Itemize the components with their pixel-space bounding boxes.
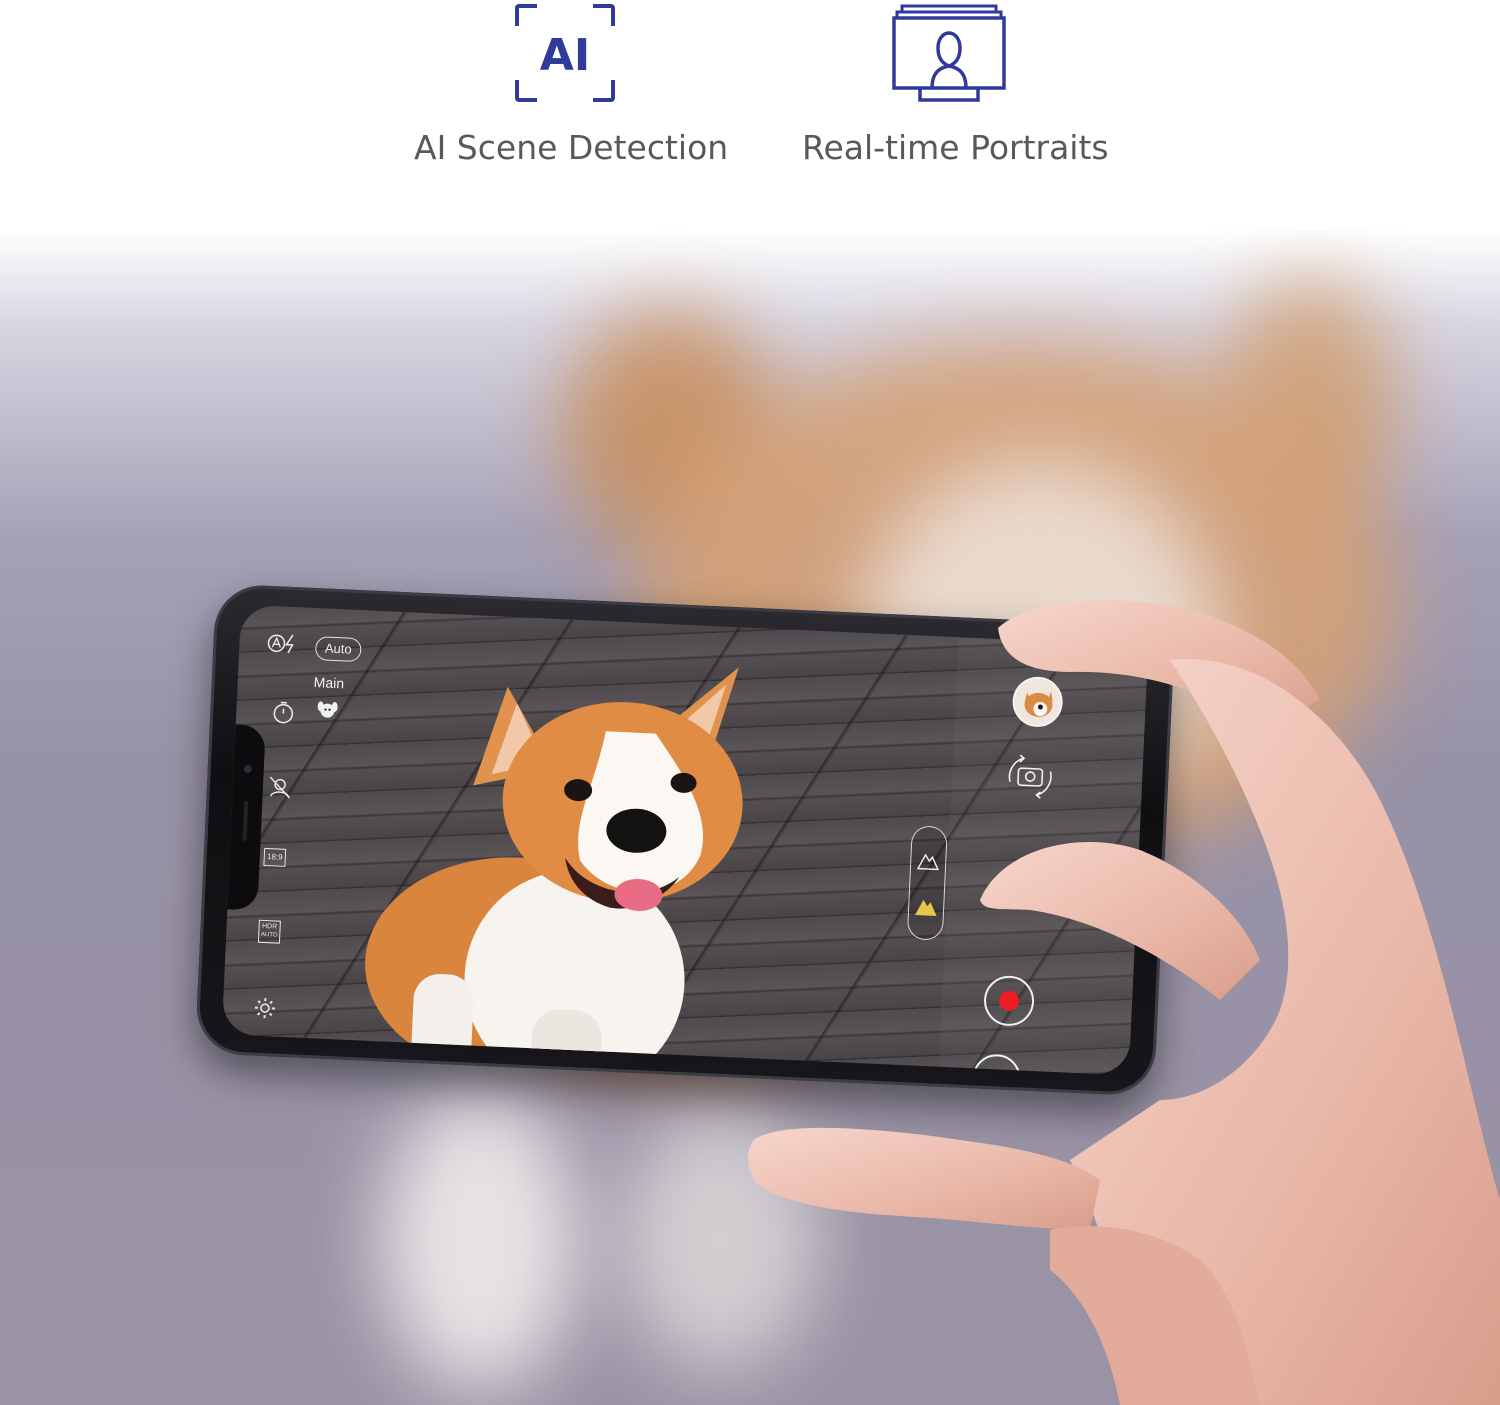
feature-strip: AI AI Scene Detection Real-time Portrait… — [0, 0, 1500, 230]
portrait-stack-icon — [892, 4, 1006, 109]
beautify-off-icon[interactable] — [266, 774, 293, 806]
earpiece — [242, 800, 249, 842]
aspect-ratio-icon[interactable]: 18:9 — [263, 847, 287, 867]
aspect-ratio-label: 18:9 — [263, 847, 287, 867]
flash-mode-auto[interactable]: Auto — [314, 636, 362, 663]
feature-label-portraits: Real-time Portraits — [802, 128, 1109, 167]
lens-main-label: Main — [313, 674, 345, 692]
blurred-dog-leg — [380, 1090, 580, 1390]
ai-icon-text: AI — [540, 30, 590, 81]
settings-icon[interactable] — [252, 996, 277, 1026]
front-camera — [243, 764, 252, 774]
pet-scene-icon — [316, 700, 339, 724]
timer-icon[interactable] — [272, 700, 295, 730]
hdr-auto-icon[interactable]: HDR AUTO — [257, 919, 281, 944]
corgi-photo — [365, 667, 743, 1076]
hdr-sub-label: AUTO — [260, 931, 278, 939]
feature-label-ai: AI Scene Detection — [414, 128, 729, 167]
ai-scan-icon: AI — [515, 3, 615, 107]
flash-icon[interactable] — [267, 632, 302, 661]
holding-hand — [748, 600, 1500, 1405]
